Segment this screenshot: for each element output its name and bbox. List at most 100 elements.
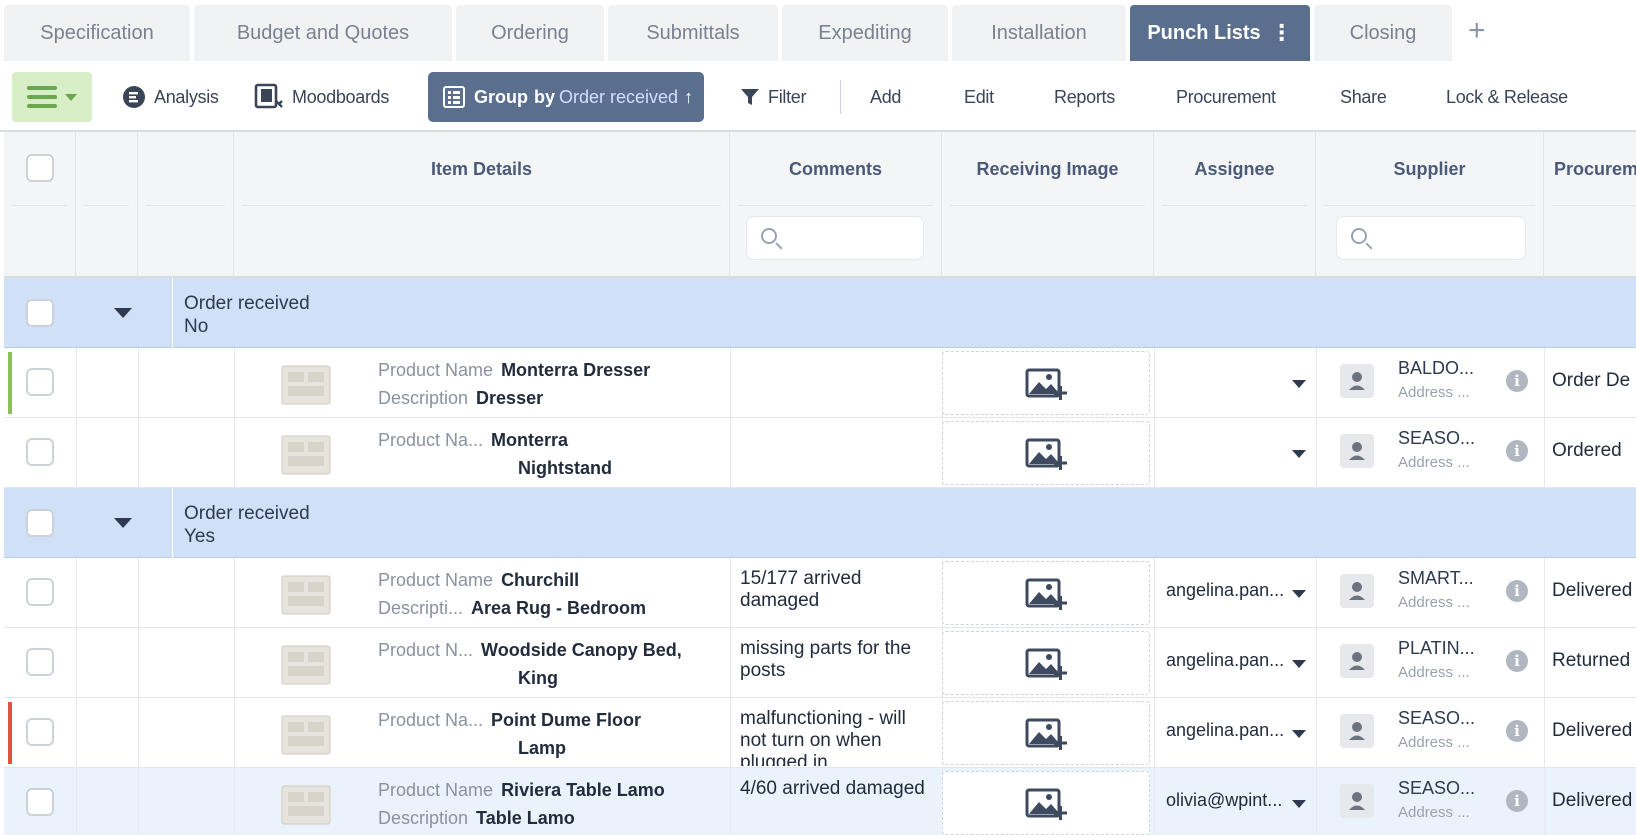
caret-down-icon[interactable] <box>114 308 132 318</box>
tab-menu-icon[interactable]: ⋮ <box>1271 20 1293 46</box>
tab-budget-and-quotes[interactable]: Budget and Quotes <box>194 5 452 61</box>
group-checkbox[interactable] <box>26 299 54 327</box>
info-icon[interactable]: i <box>1506 370 1528 392</box>
sort-asc-icon[interactable]: ↑ <box>684 87 693 108</box>
row-checkbox[interactable] <box>26 648 54 676</box>
info-icon[interactable]: i <box>1506 580 1528 602</box>
header-receiving-image[interactable]: Receiving Image <box>942 132 1154 278</box>
group-header-row[interactable]: Order received No <box>4 278 1636 348</box>
supplier-name[interactable]: SEASO... <box>1398 428 1475 449</box>
edit-button[interactable]: Edit <box>964 72 994 122</box>
tab-submittals[interactable]: Submittals <box>608 5 778 61</box>
analysis-button[interactable]: Analysis <box>122 72 219 122</box>
comment-text[interactable]: malfunctioning - will not turn on when p… <box>740 708 930 766</box>
assignee-dropdown-icon[interactable] <box>1292 730 1306 738</box>
receiving-image-upload[interactable] <box>942 561 1150 625</box>
group-title: Order received <box>184 503 310 524</box>
supplier-avatar <box>1340 434 1374 468</box>
add-button[interactable]: Add <box>870 72 901 122</box>
select-all-checkbox[interactable] <box>26 154 54 182</box>
row-checkbox[interactable] <box>26 368 54 396</box>
tab-expediting[interactable]: Expediting <box>782 5 948 61</box>
group-by-button[interactable]: Group by Order received ↑ <box>428 72 704 122</box>
group-checkbox[interactable] <box>26 509 54 537</box>
receiving-image-upload[interactable] <box>942 701 1150 765</box>
comment-text[interactable]: missing parts for the posts <box>740 638 930 696</box>
procurement-status[interactable]: Delivered <box>1552 720 1632 742</box>
procurement-button[interactable]: Procurement <box>1176 72 1276 122</box>
tab-specification[interactable]: Specification <box>4 5 190 61</box>
comment-text[interactable]: 4/60 arrived damaged <box>740 778 930 835</box>
table-row[interactable]: Product N... Woodside Canopy Bed, King miss… <box>4 628 1636 698</box>
row-checkbox[interactable] <box>26 718 54 746</box>
table-row[interactable]: Product Name Monterra Dresser Description D… <box>4 348 1636 418</box>
supplier-name[interactable]: BALDO... <box>1398 358 1474 379</box>
assignee-dropdown-icon[interactable] <box>1292 450 1306 458</box>
comment-text[interactable]: 15/177 arrived damaged <box>740 568 930 626</box>
product-thumbnail[interactable] <box>274 636 338 692</box>
supplier-avatar <box>1340 364 1374 398</box>
table-row[interactable]: Product Na... Monterra Nightstand SEASO... A… <box>4 418 1636 488</box>
table-row[interactable]: Product Na... Point Dume Floor Lamp malfunc… <box>4 698 1636 768</box>
procurement-status[interactable]: Order De <box>1552 370 1630 392</box>
product-thumbnail[interactable] <box>274 356 338 412</box>
add-tab-icon[interactable]: + <box>1468 16 1486 46</box>
assignee-value[interactable]: olivia@wpint... <box>1166 790 1306 811</box>
reports-button[interactable]: Reports <box>1054 72 1115 122</box>
receiving-image-upload[interactable] <box>942 421 1150 485</box>
group-title: Order received <box>184 293 310 314</box>
assignee-dropdown-icon[interactable] <box>1292 800 1306 808</box>
info-icon[interactable]: i <box>1506 440 1528 462</box>
header-comments[interactable]: Comments <box>730 132 942 278</box>
product-thumbnail[interactable] <box>274 566 338 622</box>
group-header-row[interactable]: Order received Yes <box>4 488 1636 558</box>
comment-text[interactable] <box>740 358 930 416</box>
product-thumbnail[interactable] <box>274 426 338 482</box>
receiving-image-upload[interactable] <box>942 771 1150 835</box>
row-checkbox[interactable] <box>26 578 54 606</box>
tab-installation[interactable]: Installation <box>952 5 1126 61</box>
supplier-name[interactable]: SEASO... <box>1398 778 1475 799</box>
menu-button[interactable] <box>12 72 92 122</box>
info-icon[interactable]: i <box>1506 790 1528 812</box>
header-assignee[interactable]: Assignee <box>1154 132 1316 278</box>
supplier-name[interactable]: SEASO... <box>1398 708 1475 729</box>
tab-ordering[interactable]: Ordering <box>456 5 604 61</box>
info-icon[interactable]: i <box>1506 720 1528 742</box>
row-checkbox[interactable] <box>26 788 54 816</box>
row-checkbox[interactable] <box>26 438 54 466</box>
comment-text[interactable] <box>740 428 930 486</box>
moodboards-button[interactable]: Moodboards <box>254 72 389 122</box>
header-procurement[interactable]: Procurem <box>1544 132 1636 278</box>
procurement-status[interactable]: Returned <box>1552 650 1630 672</box>
supplier-name[interactable]: PLATIN... <box>1398 638 1475 659</box>
header-supplier[interactable]: Supplier <box>1316 132 1544 278</box>
assignee-value[interactable]: angelina.pan... <box>1166 720 1306 741</box>
assignee-dropdown-icon[interactable] <box>1292 380 1306 388</box>
lock-release-button[interactable]: Lock & Release <box>1446 72 1568 122</box>
comments-search-input[interactable] <box>746 216 924 260</box>
caret-down-icon[interactable] <box>114 518 132 528</box>
filter-button[interactable]: Filter <box>740 72 807 122</box>
supplier-search-input[interactable] <box>1336 216 1526 260</box>
share-button[interactable]: Share <box>1340 72 1387 122</box>
table-row[interactable]: Product Name Riviera Table Lamo Descriptio… <box>4 768 1636 835</box>
assignee-value[interactable]: angelina.pan... <box>1166 580 1306 601</box>
info-icon[interactable]: i <box>1506 650 1528 672</box>
procurement-status[interactable]: Delivered <box>1552 790 1632 812</box>
assignee-dropdown-icon[interactable] <box>1292 590 1306 598</box>
receiving-image-upload[interactable] <box>942 351 1150 415</box>
receiving-image-upload[interactable] <box>942 631 1150 695</box>
header-item-details[interactable]: Item Details <box>234 132 730 278</box>
table-row[interactable]: Product Name Churchill Descripti... Area Ru… <box>4 558 1636 628</box>
product-thumbnail[interactable] <box>274 706 338 762</box>
supplier-name[interactable]: SMART... <box>1398 568 1474 589</box>
assignee-value[interactable]: angelina.pan... <box>1166 650 1306 671</box>
assignee-dropdown-icon[interactable] <box>1292 660 1306 668</box>
tab-closing[interactable]: Closing <box>1314 5 1452 61</box>
toolbar: Analysis Moodboards Group by Order recei… <box>0 62 1636 132</box>
procurement-status[interactable]: Ordered <box>1552 440 1622 462</box>
product-thumbnail[interactable] <box>274 776 338 832</box>
tab-punch-lists[interactable]: Punch Lists ⋮ <box>1130 5 1310 61</box>
procurement-status[interactable]: Delivered <box>1552 580 1632 602</box>
